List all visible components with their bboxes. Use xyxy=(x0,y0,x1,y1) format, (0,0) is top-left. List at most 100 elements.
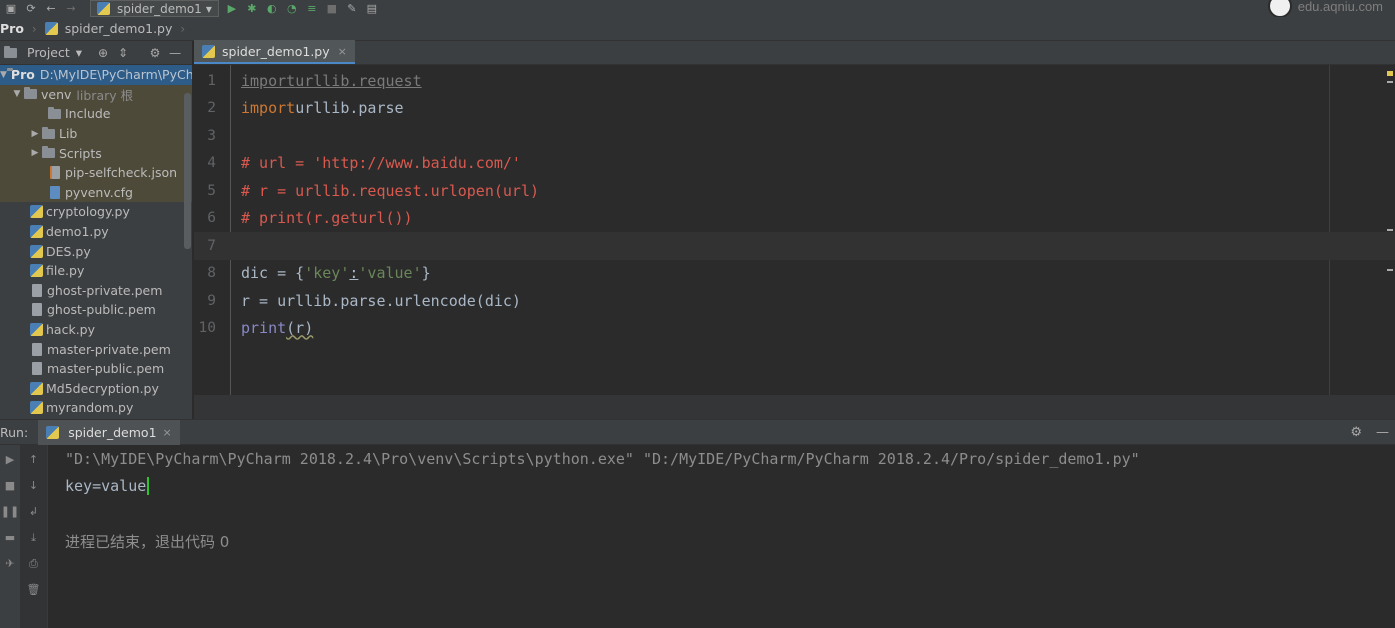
tree-item-file[interactable]: hack.py xyxy=(0,320,192,340)
scroll-marker[interactable] xyxy=(1387,81,1393,83)
tree-item-file[interactable]: master-private.pem xyxy=(0,339,192,359)
sync-icon[interactable]: ⟳ xyxy=(24,2,38,15)
navigation-bar: Pro › spider_demo1.py › xyxy=(0,17,1395,41)
rerun-icon[interactable]: ▶ xyxy=(6,453,14,467)
code-editor: spider_demo1.py × 1 import urllib.request… xyxy=(194,40,1395,419)
builtin-function: print xyxy=(241,319,287,338)
tree-item-label: Lib xyxy=(59,126,78,142)
soft-wrap-icon[interactable]: ↲ xyxy=(29,505,38,519)
back-icon[interactable]: ← xyxy=(44,2,58,15)
warning-marker-icon[interactable] xyxy=(1387,71,1393,76)
stop-icon[interactable]: ■ xyxy=(325,2,339,15)
chevron-down-icon[interactable]: ▾ xyxy=(76,45,82,60)
code-line: 5 # r = urllib.request.urlopen(url) xyxy=(194,177,1395,205)
tree-item-file[interactable]: myrandom.py xyxy=(0,398,192,418)
text-file-icon xyxy=(32,303,42,317)
console-output[interactable]: "D:\MyIDE\PyCharm\PyCharm 2018.2.4\Pro\v… xyxy=(65,445,1365,555)
code-area[interactable]: 1 import urllib.request 2 import urllib.pa… xyxy=(194,65,1395,395)
tree-item-label: master-public.pem xyxy=(47,361,165,377)
tree-item-label: pyvenv.cfg xyxy=(65,184,133,200)
down-arrow-icon[interactable]: ↓ xyxy=(29,479,38,493)
hide-icon[interactable]: — xyxy=(1376,425,1389,440)
python-file-icon xyxy=(46,425,60,439)
pin-icon[interactable]: ✈ xyxy=(5,557,14,571)
scroll-marker[interactable] xyxy=(1387,229,1393,231)
tree-item-lib[interactable]: ▶ Lib xyxy=(0,123,192,144)
code-line: 1 import urllib.request xyxy=(194,67,1395,95)
tree-item-pyvenv[interactable]: pyvenv.cfg xyxy=(0,182,192,203)
stop-icon[interactable]: ■ xyxy=(5,479,15,493)
code-line: 4 # url = 'http://www.baidu.com/' xyxy=(194,150,1395,178)
save-icon[interactable]: ▣ xyxy=(4,2,18,15)
run-icon[interactable]: ▶ xyxy=(225,2,239,15)
gear-icon[interactable]: ⚙ xyxy=(1350,425,1362,440)
comment: # r = urllib.request.urlopen(url) xyxy=(241,181,540,200)
tree-item-file[interactable]: cryptology.py xyxy=(0,202,192,222)
run-tab-spider-demo1[interactable]: spider_demo1 × xyxy=(38,419,180,445)
collapsed-arrow-icon[interactable]: ▶ xyxy=(28,148,42,158)
profile-icon[interactable]: ◔ xyxy=(285,2,299,15)
expanded-arrow-icon[interactable]: ▼ xyxy=(0,70,7,80)
console-text: key=value xyxy=(65,477,147,496)
print-icon[interactable]: ⎙ xyxy=(29,557,38,571)
tree-item-label: file.py xyxy=(46,263,85,279)
debug-icon[interactable]: ✱ xyxy=(245,2,259,15)
tree-item-scripts[interactable]: ▶ Scripts xyxy=(0,143,192,163)
expanded-arrow-icon[interactable]: ▼ xyxy=(10,89,24,99)
forward-icon[interactable]: → xyxy=(64,2,78,15)
line-number: 9 xyxy=(207,292,216,309)
tree-item-venv[interactable]: ▼ venv library 根 xyxy=(0,84,192,105)
comment: # url = 'http://www.baidu.com/' xyxy=(241,154,521,173)
project-view-icon xyxy=(4,45,17,58)
breadcrumb-separator-icon: › xyxy=(31,21,37,36)
scroll-to-end-icon[interactable]: ⤓ xyxy=(31,531,36,545)
tree-item-label: Include xyxy=(65,106,111,122)
trash-icon[interactable]: 🗑 xyxy=(27,583,41,597)
text-file-icon xyxy=(32,283,42,297)
line-number: 5 xyxy=(207,182,216,199)
code-text: dic = { xyxy=(241,264,305,283)
tree-item-file[interactable]: ghost-private.pem xyxy=(0,281,192,301)
close-icon[interactable]: × xyxy=(163,426,172,439)
tree-item-pip-selfcheck[interactable]: pip-selfcheck.json xyxy=(0,162,192,183)
logo-text: edu.aqniu.com xyxy=(1297,0,1383,14)
breadcrumb-file[interactable]: spider_demo1.py xyxy=(44,21,172,36)
collapsed-arrow-icon[interactable]: ▶ xyxy=(28,129,42,139)
tree-item-file[interactable]: DES.py xyxy=(0,241,192,261)
project-panel-title[interactable]: Project xyxy=(27,45,70,60)
tree-item-label: hack.py xyxy=(46,322,95,338)
coverage-icon[interactable]: ◐ xyxy=(265,2,279,15)
tree-item-file[interactable]: ghost-public.pem xyxy=(0,300,192,320)
tree-item-file[interactable]: demo1.py xyxy=(0,222,192,242)
scroll-marker[interactable] xyxy=(1387,269,1393,271)
concurrency-icon[interactable]: ≡ xyxy=(305,2,319,15)
tree-item-include[interactable]: Include xyxy=(0,104,192,124)
hide-icon[interactable]: — xyxy=(168,46,182,60)
tab-label: spider_demo1.py xyxy=(222,43,330,59)
structure-icon[interactable]: ▤ xyxy=(365,2,379,15)
tree-item-file[interactable]: file.py xyxy=(0,261,192,281)
shield-icon xyxy=(1267,0,1292,17)
run-tab-label: spider_demo1 xyxy=(68,424,157,440)
project-panel-header: Project ▾ ⊕ ⇕ ⚙ — xyxy=(0,41,192,65)
tree-scrollbar[interactable] xyxy=(184,93,191,249)
tree-item-label: myrandom.py xyxy=(46,400,134,416)
tree-item-label: Md5decryption.py xyxy=(46,380,159,396)
line-number: 1 xyxy=(207,72,216,89)
tree-item-root[interactable]: ▼ Pro D:\MyIDE\PyCharm\PyCharm xyxy=(0,65,192,85)
pause-icon[interactable]: ❚❚ xyxy=(1,505,19,519)
run-config-select[interactable]: spider_demo1 ▾ xyxy=(90,0,219,17)
wrench-icon[interactable]: ✎ xyxy=(345,2,359,15)
tree-item-file[interactable]: master-public.pem xyxy=(0,359,192,379)
close-icon[interactable]: × xyxy=(338,45,347,58)
breadcrumb-project[interactable]: Pro xyxy=(0,21,24,36)
tree-item-file[interactable]: Md5decryption.py xyxy=(0,379,192,399)
target-icon[interactable]: ⊕ xyxy=(96,46,110,60)
tab-spider-demo1[interactable]: spider_demo1.py × xyxy=(194,40,355,64)
up-arrow-icon[interactable]: ↑ xyxy=(29,453,38,467)
collapse-icon[interactable]: ⇕ xyxy=(116,46,130,60)
config-file-icon xyxy=(50,185,60,199)
gear-icon[interactable]: ⚙ xyxy=(148,46,162,60)
layout-icon[interactable]: ▬ xyxy=(5,531,15,545)
json-file-icon xyxy=(50,166,60,180)
